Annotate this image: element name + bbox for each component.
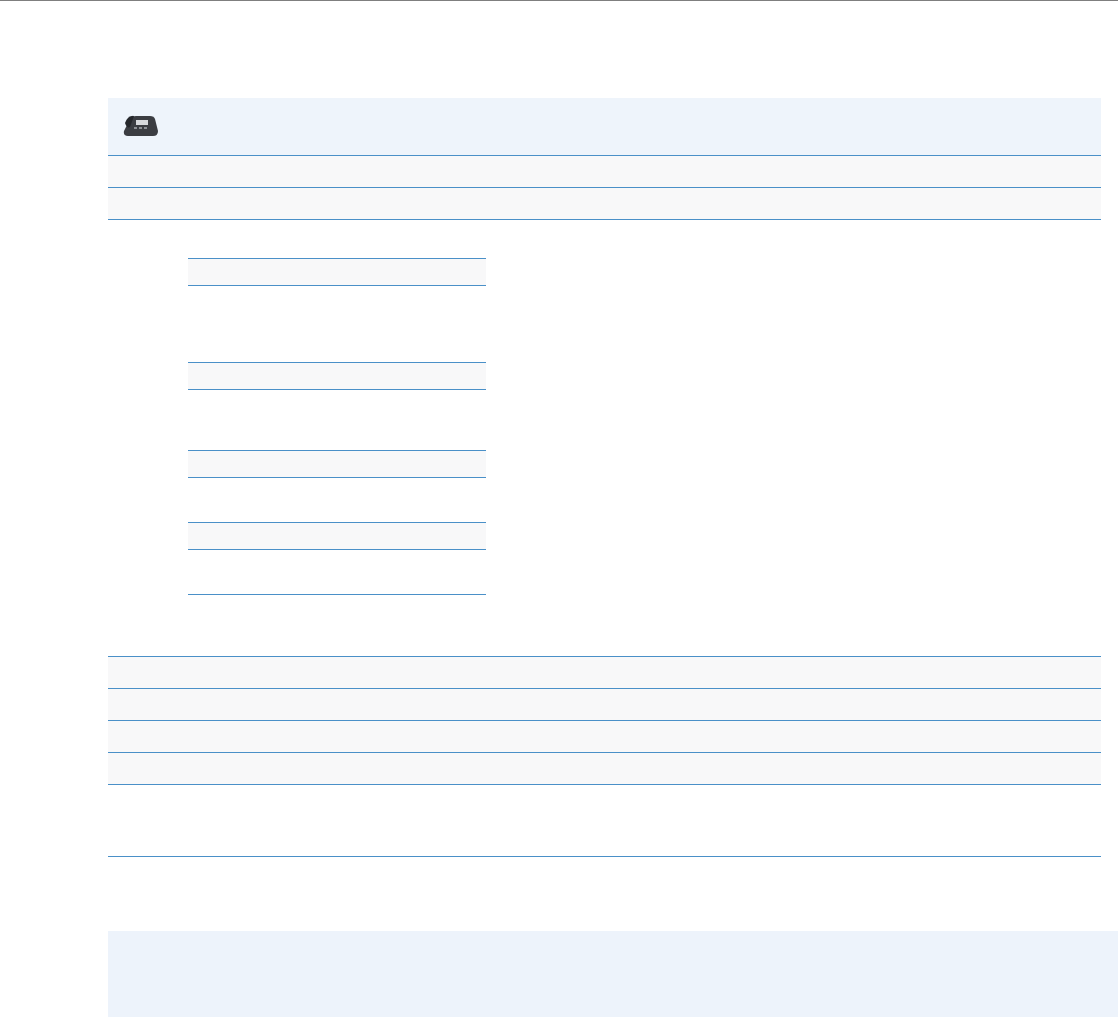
inner-table-row bbox=[188, 523, 486, 549]
inner-table-row bbox=[188, 451, 486, 477]
inner-table-bottom-rule bbox=[188, 594, 486, 595]
inner-row-rule bbox=[188, 549, 486, 550]
page-top-rule bbox=[0, 0, 1118, 1]
table-row bbox=[108, 156, 1101, 187]
table-row bbox=[108, 188, 1101, 219]
table-row bbox=[108, 689, 1101, 720]
inner-row-rule bbox=[188, 285, 486, 286]
desk-phone-icon bbox=[123, 115, 158, 136]
inner-table-row bbox=[188, 363, 486, 389]
inner-table-row bbox=[188, 259, 486, 285]
inner-row-rule bbox=[188, 477, 486, 478]
phone-model-header bbox=[108, 98, 1101, 155]
note-panel bbox=[108, 931, 1118, 1017]
row-rule bbox=[108, 784, 1101, 785]
table-row bbox=[108, 721, 1101, 752]
inner-row-rule bbox=[188, 389, 486, 390]
row-rule bbox=[108, 219, 1101, 220]
table-row bbox=[108, 657, 1101, 688]
table-bottom-rule bbox=[108, 856, 1101, 857]
table-row bbox=[108, 753, 1101, 784]
